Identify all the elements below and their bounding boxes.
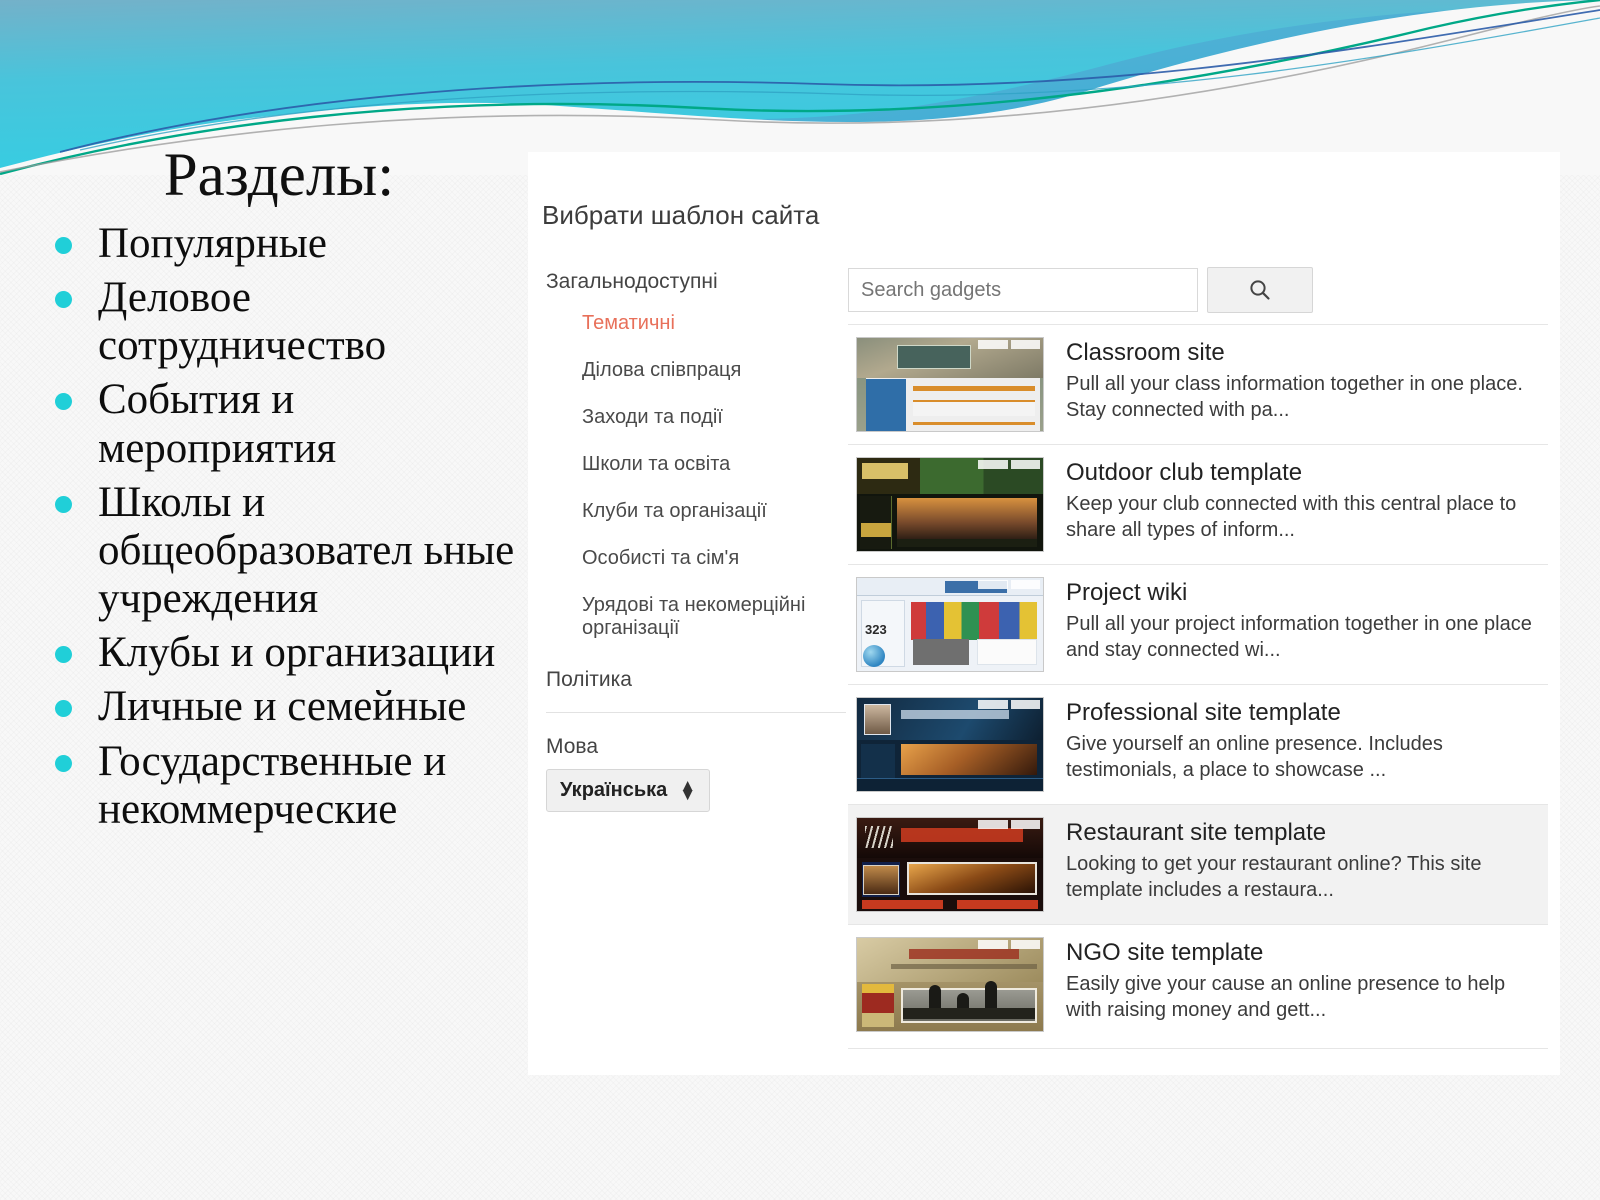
template-description: Keep your club connected with this centr… xyxy=(1066,492,1517,542)
list-item: Государственные и некоммерческие xyxy=(0,738,528,834)
language-select[interactable]: Українська ▲ ▼ xyxy=(546,769,711,812)
list-item: Деловое сотрудничество xyxy=(0,274,528,370)
search-button[interactable] xyxy=(1207,267,1313,313)
list-item: Личные и семейные xyxy=(0,683,528,731)
nav-item-personal[interactable]: Особисті та сім'я xyxy=(546,535,846,582)
classroom-thumbnail xyxy=(856,337,1044,432)
nav-item-clubs[interactable]: Клуби та організації xyxy=(546,488,846,535)
nav-item-schools[interactable]: Школи та освіта xyxy=(546,441,846,488)
bullet-icon xyxy=(55,291,72,309)
list-item-label: Клубы и организации xyxy=(98,629,496,677)
embedded-screenshot: Вибрати шаблон сайта Загальнодоступні Те… xyxy=(528,152,1560,1075)
bullet-icon xyxy=(55,495,72,513)
language-label: Мова xyxy=(546,735,599,758)
template-title: NGO site template xyxy=(1066,939,1264,966)
outdoor-club-thumbnail xyxy=(856,457,1044,552)
template-title: Classroom site xyxy=(1066,339,1225,366)
bullet-icon xyxy=(55,237,72,254)
list-item: Популярные xyxy=(0,220,528,268)
list-item-label: Школы и общеобразовател ьные учреждения xyxy=(98,478,515,623)
chevron-updown-icon: ▲ ▼ xyxy=(679,775,697,804)
bullet-icon xyxy=(55,646,72,664)
restaurant-thumbnail xyxy=(856,817,1044,912)
ngo-thumbnail xyxy=(856,937,1044,1032)
search-row xyxy=(848,267,1313,313)
screenshot-heading: Вибрати шаблон сайта xyxy=(542,200,820,230)
sections-list: Популярные Деловое сотрудничество Событи… xyxy=(0,220,528,834)
nav-item-thematic[interactable]: Тематичні xyxy=(546,300,846,347)
template-category-nav: Загальнодоступні Тематичні Ділова співпр… xyxy=(546,264,846,812)
template-description: Easily give your cause an online presenc… xyxy=(1066,972,1506,1022)
list-item: Школы и общеобразовател ьные учреждения xyxy=(0,479,528,623)
template-text: Restaurant site template Looking to get … xyxy=(1066,817,1540,904)
table-row[interactable]: NGO site template Easily give your cause… xyxy=(848,924,1548,1044)
bullet-icon xyxy=(55,393,72,411)
template-description: Pull all your project information togeth… xyxy=(1066,612,1532,662)
template-description: Looking to get your restaurant online? T… xyxy=(1066,852,1482,902)
project-wiki-thumbnail: 323 xyxy=(856,577,1044,672)
template-title: Outdoor club template xyxy=(1066,459,1303,486)
list-item: Клубы и организации xyxy=(0,629,528,677)
template-text: Classroom site Pull all your class infor… xyxy=(1066,337,1540,424)
language-select-value: Українська xyxy=(560,779,668,801)
nav-group-public: Загальнодоступні xyxy=(546,270,718,293)
list-item-label: Популярные xyxy=(98,220,327,267)
template-title: Project wiki xyxy=(1066,579,1188,606)
template-text: NGO site template Easily give your cause… xyxy=(1066,937,1540,1024)
list-item-label: Государственные и некоммерческие xyxy=(98,737,447,833)
bullet-icon xyxy=(55,700,72,718)
search-icon xyxy=(1250,280,1270,300)
table-row[interactable]: Professional site template Give yourself… xyxy=(848,684,1548,804)
professional-thumbnail xyxy=(856,697,1044,792)
table-row[interactable]: 323 Project wiki Pull all your project i… xyxy=(848,564,1548,684)
list-item-label: Деловое сотрудничество xyxy=(98,274,387,370)
template-title: Restaurant site template xyxy=(1066,819,1327,846)
nav-item-events[interactable]: Заходи та події xyxy=(546,394,846,441)
nav-item-business[interactable]: Ділова співпраця xyxy=(546,347,846,394)
template-text: Outdoor club template Keep your club con… xyxy=(1066,457,1540,544)
template-text: Professional site template Give yourself… xyxy=(1066,697,1540,784)
page-title: Разделы: xyxy=(163,142,395,209)
table-row[interactable]: Outdoor club template Keep your club con… xyxy=(848,444,1548,564)
nav-item-policy[interactable]: Політика xyxy=(546,652,846,698)
template-description: Give yourself an online presence. Includ… xyxy=(1066,732,1443,782)
template-list: Classroom site Pull all your class infor… xyxy=(848,324,1548,1044)
list-item: События и мероприятия xyxy=(0,376,528,472)
list-item-label: События и мероприятия xyxy=(98,376,337,472)
list-item-label: Личные и семейные xyxy=(98,683,467,731)
template-description: Pull all your class information together… xyxy=(1066,372,1523,422)
list-bottom-divider xyxy=(848,1048,1548,1049)
bullet-icon xyxy=(55,754,72,772)
table-row[interactable]: Classroom site Pull all your class infor… xyxy=(848,324,1548,444)
search-input[interactable] xyxy=(848,268,1198,312)
slide-content-left: Разделы: Популярные Деловое сотрудничест… xyxy=(0,145,528,840)
table-row[interactable]: Restaurant site template Looking to get … xyxy=(848,804,1548,924)
template-title: Professional site template xyxy=(1066,699,1341,726)
nav-item-government[interactable]: Урядові та некомерційні організації xyxy=(546,582,846,652)
template-text: Project wiki Pull all your project infor… xyxy=(1066,577,1540,664)
